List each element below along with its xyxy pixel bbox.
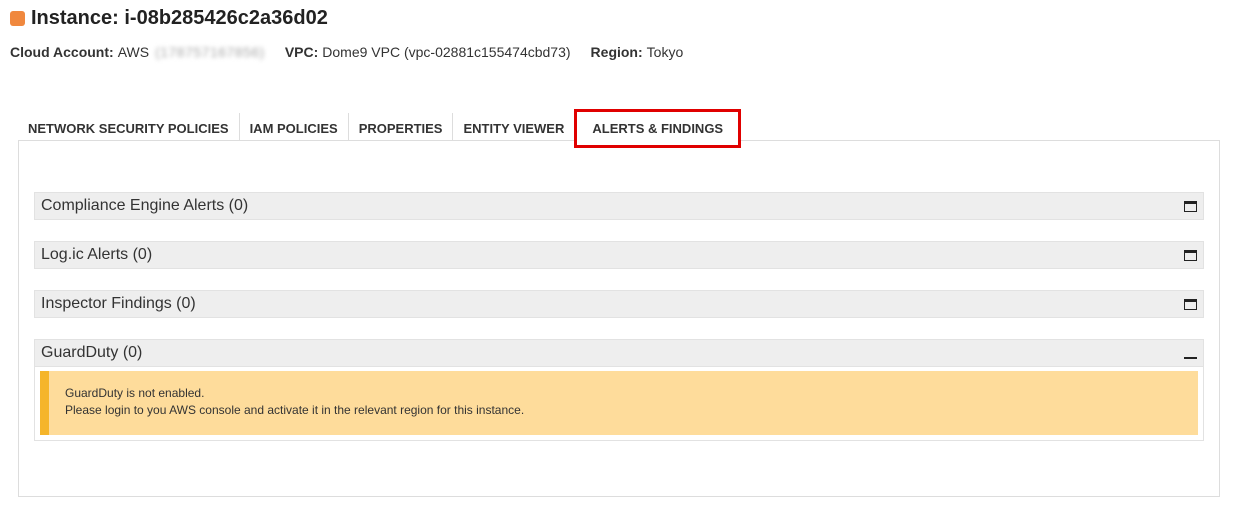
section-title: Inspector Findings (0) <box>41 295 196 312</box>
guardduty-warning-alert: GuardDuty is not enabled. Please login t… <box>40 371 1198 435</box>
cloud-account-value: AWS <box>117 44 150 60</box>
page-title: Instance: i-08b285426c2a36d02 <box>31 7 328 29</box>
compliance-engine-alerts-section: Compliance Engine Alerts (0) <box>34 192 1204 220</box>
tab-bar: NETWORK SECURITY POLICIES IAM POLICIES P… <box>18 109 742 148</box>
logic-alerts-section: Log.ic Alerts (0) <box>34 241 1204 269</box>
inspector-findings-header[interactable]: Inspector Findings (0) <box>34 290 1204 318</box>
section-title: Compliance Engine Alerts (0) <box>41 197 249 214</box>
compliance-engine-alerts-header[interactable]: Compliance Engine Alerts (0) <box>34 192 1204 220</box>
cloud-account-id-blurred: (178757167856) <box>155 44 265 60</box>
minimize-icon[interactable] <box>1184 357 1197 359</box>
tab-alerts-findings[interactable]: ALERTS & FINDINGS <box>574 109 742 148</box>
logic-alerts-header[interactable]: Log.ic Alerts (0) <box>34 241 1204 269</box>
warning-line-2: Please login to you AWS console and acti… <box>65 403 525 417</box>
region-label: Region: <box>590 44 643 60</box>
guardduty-body: GuardDuty is not enabled. Please login t… <box>34 367 1204 441</box>
instance-status-icon <box>10 11 25 26</box>
section-title: Log.ic Alerts (0) <box>41 246 153 263</box>
window-maximize-icon[interactable] <box>1184 298 1197 310</box>
vpc-value: Dome9 VPC (vpc-02881c155474cbd73) <box>322 44 571 60</box>
cloud-account-label: Cloud Account: <box>10 44 114 60</box>
window-maximize-icon[interactable] <box>1184 249 1197 261</box>
vpc-label: VPC: <box>284 44 319 60</box>
tab-iam-policies[interactable]: IAM POLICIES <box>240 113 349 143</box>
page-title-row: Instance: i-08b285426c2a36d02 <box>10 7 328 30</box>
tab-network-security-policies[interactable]: NETWORK SECURITY POLICIES <box>18 113 240 143</box>
region-value: Tokyo <box>646 44 684 60</box>
page: Instance: i-08b285426c2a36d02 Cloud Acco… <box>0 0 1234 511</box>
guardduty-header[interactable]: GuardDuty (0) <box>34 339 1204 367</box>
vpc-info: VPC: Dome9 VPC (vpc-02881c155474cbd73) <box>285 44 571 60</box>
guardduty-section: GuardDuty (0) GuardDuty is not enabled. … <box>34 339 1204 441</box>
cloud-account-info: Cloud Account: AWS (178757167856) <box>10 44 265 60</box>
window-maximize-icon[interactable] <box>1184 200 1197 212</box>
inspector-findings-section: Inspector Findings (0) <box>34 290 1204 318</box>
section-title: GuardDuty (0) <box>41 344 143 361</box>
region-info: Region: Tokyo <box>591 44 684 60</box>
tab-properties[interactable]: PROPERTIES <box>349 113 454 143</box>
alerts-findings-panel: Compliance Engine Alerts (0) Log.ic Aler… <box>18 140 1220 497</box>
warning-line-1: GuardDuty is not enabled. <box>65 386 205 400</box>
instance-meta: Cloud Account: AWS (178757167856) VPC: D… <box>10 44 703 60</box>
tab-entity-viewer[interactable]: ENTITY VIEWER <box>453 113 574 143</box>
